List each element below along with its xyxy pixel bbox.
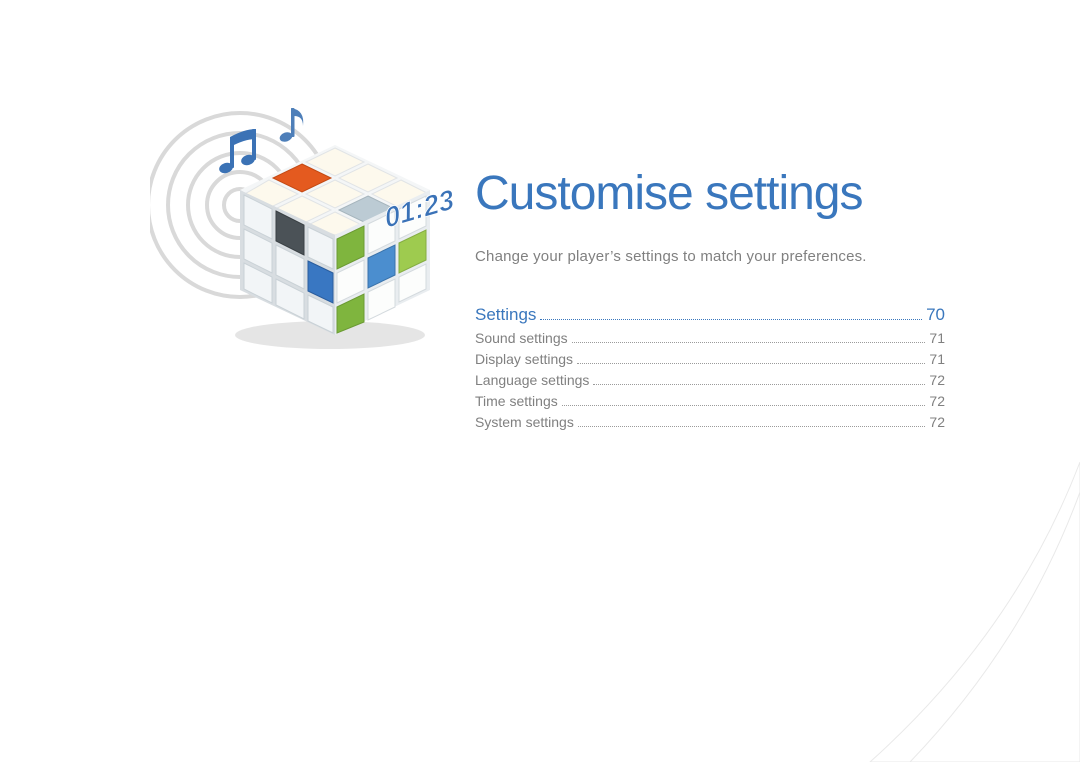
cube-left-face: [240, 190, 335, 335]
toc-entry[interactable]: System settings 72: [475, 414, 945, 430]
page-subtitle: Change your player’s settings to match y…: [475, 248, 945, 265]
toc: Settings 70 Sound settings 71 Display se…: [475, 305, 945, 430]
time-overlay-label: 01:23: [382, 183, 457, 233]
toc-section-page: 70: [926, 305, 945, 325]
music-note-icon: [218, 129, 256, 175]
cube-top-face: [240, 145, 430, 235]
toc-entry-page: 71: [929, 351, 945, 367]
toc-section-label: Settings: [475, 305, 536, 325]
toc-entry[interactable]: Language settings 72: [475, 372, 945, 388]
toc-entry[interactable]: Display settings 71: [475, 351, 945, 367]
cube-illustration: 01:23: [150, 90, 470, 370]
toc-entry-page: 72: [929, 393, 945, 409]
toc-leader-dots: [540, 311, 922, 320]
toc-entry-page: 71: [929, 330, 945, 346]
page-text-content: Customise settings Change your player’s …: [475, 170, 945, 436]
toc-section-head[interactable]: Settings 70: [475, 305, 945, 325]
toc-entry-label: System settings: [475, 414, 574, 430]
toc-entry-label: Language settings: [475, 372, 589, 388]
decorative-corner-sweep: [840, 462, 1080, 762]
toc-leader-dots: [578, 418, 926, 427]
document-page: 01:23 Customise settings Change your pla…: [0, 0, 1080, 762]
toc-entry-page: 72: [929, 414, 945, 430]
toc-entry-page: 72: [929, 372, 945, 388]
music-note-icon: [278, 108, 303, 143]
toc-entry[interactable]: Sound settings 71: [475, 330, 945, 346]
page-title: Customise settings: [475, 170, 945, 218]
toc-leader-dots: [572, 334, 926, 343]
cube-right-face: [335, 190, 430, 335]
toc-leader-dots: [593, 376, 925, 385]
toc-entry-label: Sound settings: [475, 330, 568, 346]
toc-entry-label: Time settings: [475, 393, 558, 409]
toc-leader-dots: [577, 355, 925, 364]
toc-leader-dots: [562, 397, 926, 406]
toc-entry[interactable]: Time settings 72: [475, 393, 945, 409]
toc-entry-label: Display settings: [475, 351, 573, 367]
